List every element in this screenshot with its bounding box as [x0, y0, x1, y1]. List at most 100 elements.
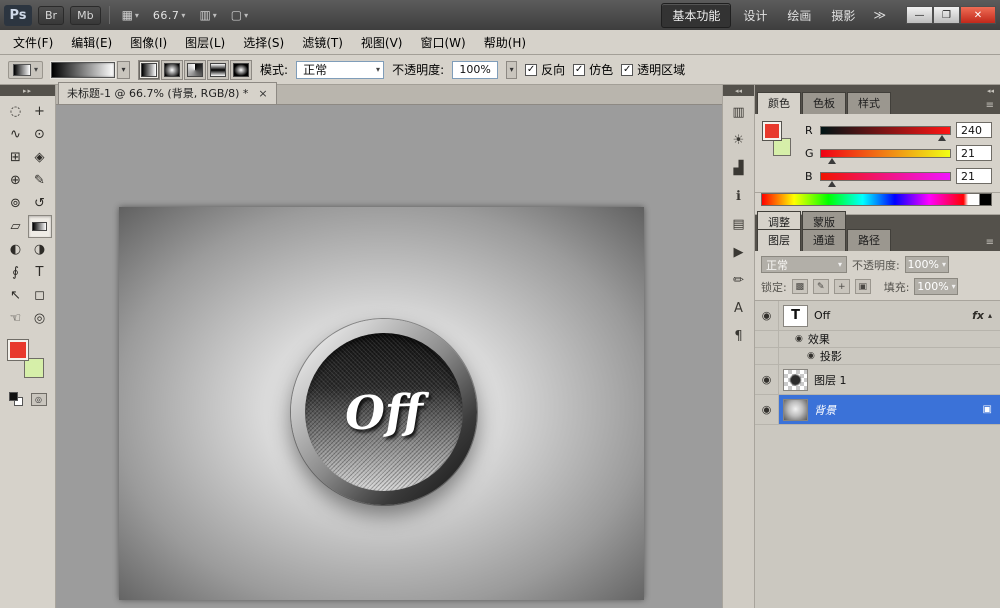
path-selection-tool[interactable]: ↖: [4, 284, 28, 307]
adjustments-panel-icon[interactable]: ☀: [726, 128, 752, 152]
rectangle-tool[interactable]: ◻: [28, 284, 52, 307]
hand-tool[interactable]: ☜: [4, 307, 28, 330]
menu-help[interactable]: 帮助(H): [475, 31, 535, 54]
opacity-input[interactable]: 100%: [452, 61, 498, 79]
background-color-swatch[interactable]: [773, 138, 791, 156]
quick-mask-mode-button[interactable]: ◎: [31, 393, 47, 406]
minimize-button[interactable]: —: [906, 6, 933, 24]
lock-pixels-button[interactable]: ✎: [813, 279, 829, 294]
green-channel-slider[interactable]: [820, 149, 951, 158]
tab-color[interactable]: 颜色: [757, 92, 801, 114]
gradient-picker-button[interactable]: ▾: [117, 61, 130, 79]
pen-tool[interactable]: ∮: [4, 261, 28, 284]
visibility-eye-icon[interactable]: ◉: [755, 395, 779, 424]
healing-brush-tool[interactable]: ⊕: [4, 169, 28, 192]
menu-layer[interactable]: 图层(L): [176, 31, 234, 54]
menu-window[interactable]: 窗口(W): [411, 31, 474, 54]
layer1-thumbnail[interactable]: [783, 369, 808, 391]
visibility-eye-icon[interactable]: ◉: [795, 334, 803, 344]
default-colors-icon[interactable]: [9, 392, 23, 406]
reflected-gradient-button[interactable]: [207, 60, 229, 80]
layer-name[interactable]: 图层 1: [814, 372, 847, 388]
layer-row-background[interactable]: ◉ 背景 ▣: [755, 395, 1000, 425]
workspace-overflow-icon[interactable]: ≫: [867, 8, 892, 22]
slider-marker-icon[interactable]: [828, 181, 836, 187]
background-color-swatch[interactable]: [24, 358, 44, 378]
blue-channel-input[interactable]: 21: [956, 168, 992, 184]
reverse-checkbox[interactable]: ✓: [525, 64, 537, 76]
launch-mini-bridge-button[interactable]: Mb: [70, 6, 100, 25]
screen-mode-button[interactable]: ▢ ▾: [227, 6, 252, 24]
histogram-panel-icon[interactable]: ▟: [726, 156, 752, 180]
opacity-slider-button[interactable]: ▾: [506, 61, 517, 79]
slider-marker-icon[interactable]: [938, 135, 946, 141]
color-spectrum-ramp[interactable]: [761, 193, 992, 206]
dodge-tool[interactable]: ◑: [28, 238, 52, 261]
move-tool[interactable]: +: [28, 100, 52, 123]
menu-filter[interactable]: 滤镜(T): [293, 31, 352, 54]
actions-panel-icon[interactable]: ▶: [726, 240, 752, 264]
character-panel-icon[interactable]: A: [726, 296, 752, 320]
panel-menu-icon[interactable]: ≡: [986, 100, 1000, 114]
info-panel-icon[interactable]: ℹ: [726, 184, 752, 208]
effects-row[interactable]: ◉ 效果: [755, 331, 1000, 348]
tab-swatches[interactable]: 色板: [802, 92, 846, 114]
workspace-painting-button[interactable]: 绘画: [779, 4, 819, 27]
tab-paths[interactable]: 路径: [847, 229, 891, 251]
menu-image[interactable]: 图像(I): [121, 31, 176, 54]
history-brush-tool[interactable]: ↺: [28, 192, 52, 215]
layer-name[interactable]: Off: [814, 309, 830, 322]
red-channel-input[interactable]: 240: [956, 122, 992, 138]
menu-select[interactable]: 选择(S): [234, 31, 293, 54]
quick-selection-tool[interactable]: ⊙: [28, 123, 52, 146]
workspace-photography-button[interactable]: 摄影: [823, 4, 863, 27]
layer-name[interactable]: 背景: [814, 402, 836, 418]
tab-layers[interactable]: 图层: [757, 229, 801, 251]
layer-fill-input[interactable]: 100% ▾: [914, 278, 958, 295]
crop-tool[interactable]: ⊞: [4, 146, 28, 169]
canvas[interactable]: Off: [119, 207, 644, 600]
linear-gradient-button[interactable]: [138, 60, 160, 80]
layer-row-layer1[interactable]: ◉ 图层 1: [755, 365, 1000, 395]
restore-button[interactable]: ❐: [933, 6, 960, 24]
brush-panel-icon[interactable]: ✏: [726, 268, 752, 292]
navigator-panel-icon[interactable]: ▥: [726, 100, 752, 124]
layer-blend-mode-select[interactable]: 正常 ▾: [761, 256, 847, 273]
visibility-eye-icon[interactable]: ◉: [755, 301, 779, 330]
menu-view[interactable]: 视图(V): [352, 31, 412, 54]
angle-gradient-button[interactable]: [184, 60, 206, 80]
zoom-level-control[interactable]: 66.7 ▾: [149, 7, 190, 24]
red-channel-slider[interactable]: [820, 126, 951, 135]
close-button[interactable]: ✕: [960, 6, 996, 24]
layer-row-off[interactable]: ◉ T Off fx ▴: [755, 301, 1000, 331]
launch-bridge-button[interactable]: Br: [38, 6, 64, 25]
blur-tool[interactable]: ◐: [4, 238, 28, 261]
paragraph-panel-icon[interactable]: ¶: [726, 324, 752, 348]
menu-edit[interactable]: 编辑(E): [62, 31, 121, 54]
chevron-up-icon[interactable]: ▴: [988, 311, 992, 320]
foreground-color-swatch[interactable]: [763, 122, 781, 140]
tab-styles[interactable]: 样式: [847, 92, 891, 114]
icon-dock-collapse-icon[interactable]: ◂◂: [723, 85, 754, 96]
zoom-tool[interactable]: ◎: [28, 307, 52, 330]
tools-panel-collapse-icon[interactable]: ▸▸: [0, 85, 55, 96]
brush-tool[interactable]: ✎: [28, 169, 52, 192]
blue-channel-slider[interactable]: [820, 172, 951, 181]
radial-gradient-button[interactable]: [161, 60, 183, 80]
document-tab[interactable]: 未标题-1 @ 66.7% (背景, RGB/8) * ×: [58, 82, 277, 104]
slider-marker-icon[interactable]: [828, 158, 836, 164]
layer-opacity-input[interactable]: 100% ▾: [905, 256, 949, 273]
lasso-tool[interactable]: ∿: [4, 123, 28, 146]
tool-preset-picker[interactable]: ▾: [8, 61, 43, 79]
styles-panel-icon[interactable]: ▤: [726, 212, 752, 236]
workspace-design-button[interactable]: 设计: [735, 4, 775, 27]
eraser-tool[interactable]: ▱: [4, 215, 28, 238]
eyedropper-tool[interactable]: ◈: [28, 146, 52, 169]
visibility-eye-icon[interactable]: ◉: [807, 351, 815, 361]
foreground-color-swatch[interactable]: [8, 340, 28, 360]
workspace-essentials-button[interactable]: 基本功能: [661, 3, 731, 28]
diamond-gradient-button[interactable]: [230, 60, 252, 80]
lock-all-button[interactable]: ▣: [855, 279, 871, 294]
blend-mode-select[interactable]: 正常 ▾: [296, 61, 384, 79]
rectangular-marquee-tool[interactable]: ◌: [4, 100, 28, 123]
